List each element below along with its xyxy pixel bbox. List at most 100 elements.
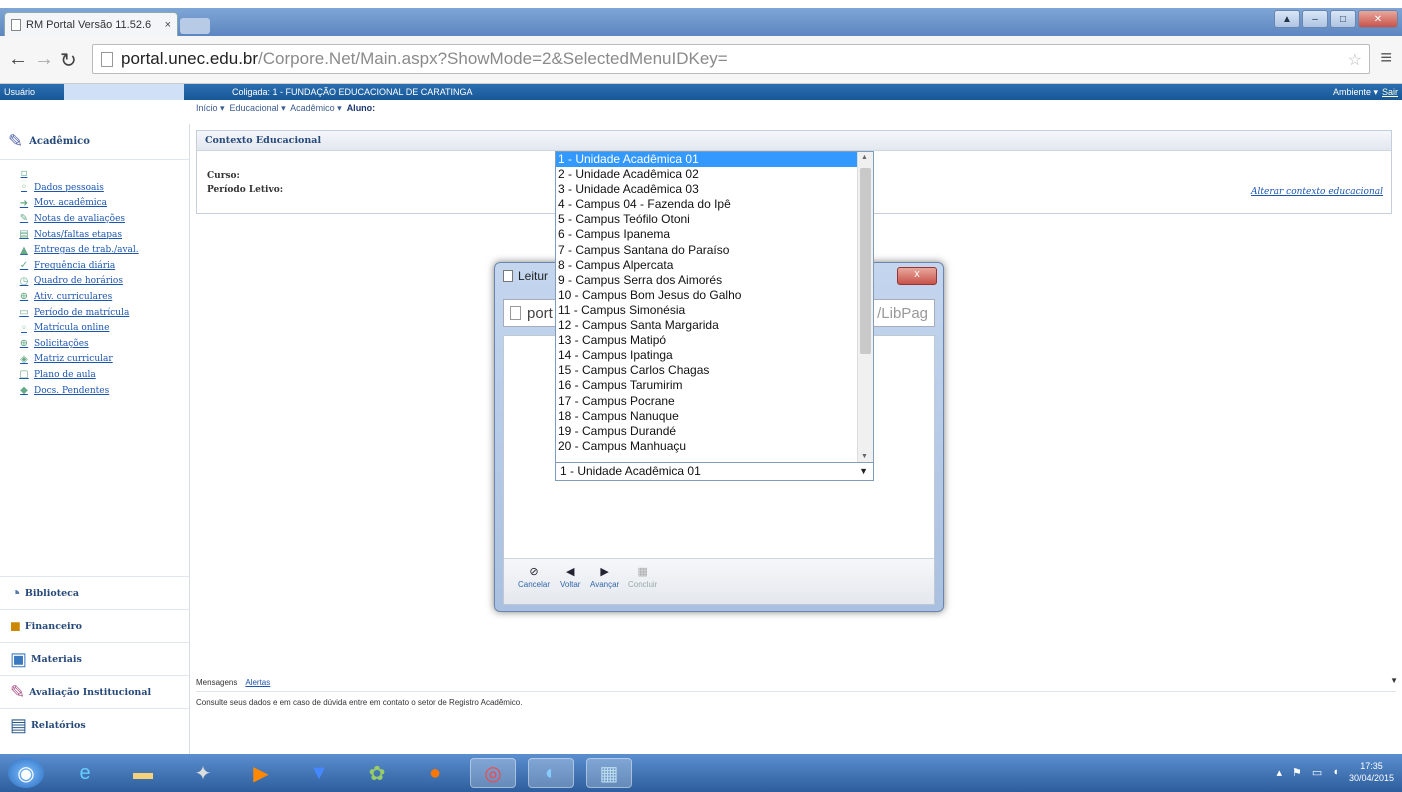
sidebar-item-docs-pendentes[interactable]: ◆ Docs. Pendentes	[6, 383, 139, 399]
dropdown-option[interactable]: 5 - Campus Teófilo Otoni	[556, 212, 858, 227]
tab-title: RM Portal Versão 11.52.6	[26, 18, 152, 31]
dropdown-option[interactable]: 19 - Campus Durandé	[556, 424, 858, 439]
dropdown-option[interactable]: 12 - Campus Santa Margarida	[556, 318, 858, 333]
dropdown-option[interactable]: 9 - Campus Serra dos Aimorés	[556, 273, 858, 288]
dropdown-option[interactable]: 16 - Campus Tarumirim	[556, 378, 858, 393]
sidebar-section-materiais[interactable]: ▣ Materiais	[0, 642, 190, 675]
grades-icon: ✎	[19, 213, 29, 225]
dropdown-option[interactable]: 1 - Unidade Acadêmica 01	[556, 152, 858, 168]
folder-icon: ▫	[20, 167, 28, 179]
dropdown-option[interactable]: 8 - Campus Alpercata	[556, 258, 858, 273]
dropdown-option[interactable]: 13 - Campus Matipó	[556, 333, 858, 348]
collapse-messages-icon[interactable]: ▼	[1390, 676, 1398, 685]
firefox-icon[interactable]: ●	[412, 758, 458, 788]
sidebar-item-label: Notas de avaliações	[34, 213, 126, 224]
dropdown-option[interactable]: 14 - Campus Ipatinga	[556, 348, 858, 363]
tab-alertas[interactable]: Alertas	[245, 678, 270, 687]
chrome-menu-icon[interactable]: ≡	[1380, 47, 1392, 70]
sidebar-item-dados-pessoais[interactable]: ◦ Dados pessoais	[6, 180, 139, 196]
dropdown-option[interactable]: 11 - Campus Simonésia	[556, 303, 858, 318]
dropdown-option[interactable]: 6 - Campus Ipanema	[556, 227, 858, 242]
minimize-icon[interactable]: –	[1302, 10, 1328, 28]
sidebar-item-periodo-matricula[interactable]: ▭ Período de matrícula	[6, 305, 139, 321]
dropdown-scrollbar[interactable]: ▲ ▼	[857, 152, 873, 462]
address-bar[interactable]: portal.unec.edu.br/Corpore.Net/Main.aspx…	[92, 44, 1370, 74]
scrollbar-thumb[interactable]	[860, 168, 871, 354]
window-controls: ▲ – □ ✕	[1274, 10, 1398, 28]
sidebar-item-notas-avaliacoes[interactable]: ✎ Notas de avaliações	[6, 211, 139, 227]
chrome-icon[interactable]: ◎	[470, 758, 516, 788]
sidebar-item-entregas[interactable]: ▲ Entregas de trab./aval.	[6, 242, 139, 258]
sidebar-section-avaliacao[interactable]: ✎ Avaliação Institucional	[0, 675, 190, 708]
logout-link[interactable]: Sair	[1382, 87, 1398, 97]
page-info-icon[interactable]	[101, 51, 113, 67]
dialog-titlebar: Leitur	[503, 269, 548, 283]
app-icon[interactable]: ✦	[180, 758, 226, 788]
volume-icon[interactable]: ◖	[1332, 766, 1339, 778]
flag-icon[interactable]: ⚑	[1292, 766, 1302, 779]
sidebar-item-mov-academica[interactable]: ➜ Mov. acadêmica	[6, 196, 139, 212]
tray-expand-icon[interactable]: ▴	[1276, 766, 1282, 779]
button-label: Cancelar	[518, 580, 551, 589]
sidebar-title: Acadêmico	[29, 136, 90, 147]
unidade-dropdown-list[interactable]: 1 - Unidade Acadêmica 01 2 - Unidade Aca…	[555, 151, 874, 463]
breadcrumb-inicio[interactable]: Início ▾	[196, 103, 225, 113]
dropdown-option[interactable]: 10 - Campus Bom Jesus do Galho	[556, 288, 858, 303]
dropdown-option[interactable]: 7 - Campus Santana do Paraíso	[556, 243, 858, 258]
sidebar-item-matricula-online[interactable]: ◦ Matrícula online	[6, 320, 139, 336]
dropdown-option[interactable]: 15 - Campus Carlos Chagas	[556, 363, 858, 378]
sidebar-academico-header[interactable]: ✎ Acadêmico	[0, 124, 190, 160]
clock[interactable]: 17:35 30/04/2015	[1349, 760, 1394, 784]
window-icon[interactable]: ▦	[586, 758, 632, 788]
dialog-close-button[interactable]: x	[897, 267, 937, 285]
ambiente-menu[interactable]: Ambiente ▾	[1333, 87, 1378, 98]
sidebar-item-frequencia[interactable]: ✓ Frequência diária	[6, 258, 139, 274]
dropdown-option[interactable]: 3 - Unidade Acadêmica 03	[556, 182, 858, 197]
academic-icon: ✎	[8, 131, 24, 151]
url-host: portal.unec.edu.br	[121, 49, 259, 68]
new-tab-button[interactable]	[180, 18, 210, 34]
alterar-contexto-link[interactable]: Alterar contexto educacional	[1251, 187, 1383, 197]
close-icon[interactable]: ✕	[1358, 10, 1398, 28]
breadcrumb-educacional[interactable]: Educacional ▾	[230, 103, 286, 113]
sidebar-section-relatorios[interactable]: ▤ Relatórios	[0, 708, 190, 741]
sidebar-section-financeiro[interactable]: ■ Financeiro	[0, 609, 190, 642]
forward-icon[interactable]: →	[34, 48, 54, 71]
dropdown-option[interactable]: 20 - Campus Manhuaçu	[556, 439, 858, 454]
sidebar-item-matriz-curricular[interactable]: ◈ Matriz curricular	[6, 352, 139, 368]
sidebar-item-ativ-curriculares[interactable]: ⊕ Ativ. curriculares	[6, 289, 139, 305]
sidebar-item-quadro-horarios[interactable]: ◷ Quadro de horários	[6, 274, 139, 290]
media-icon[interactable]: ▶	[238, 758, 284, 788]
browser-tab[interactable]: RM Portal Versão 11.52.6 ×	[4, 12, 178, 36]
paint-icon[interactable]: ✿	[354, 758, 400, 788]
tools-icon[interactable]: ▼	[296, 758, 342, 788]
back-icon[interactable]: ←	[8, 48, 28, 71]
reload-icon[interactable]: ↻	[60, 48, 77, 73]
voltar-button[interactable]: ◀ Voltar	[560, 565, 580, 589]
maximize-icon[interactable]: □	[1330, 10, 1356, 28]
scroll-up-icon[interactable]: ▲	[861, 154, 868, 161]
cancelar-button[interactable]: ⊘ Cancelar	[518, 565, 550, 589]
tab-mensagens[interactable]: Mensagens	[196, 678, 237, 687]
sidebar-item-solicitacoes[interactable]: ⊕ Solicitações	[6, 336, 139, 352]
tab-close-icon[interactable]: ×	[165, 19, 171, 31]
sidebar-item-plano-aula[interactable]: ▢ Plano de aula	[6, 367, 139, 383]
explorer-icon[interactable]: ▬	[120, 758, 166, 788]
bookmark-star-icon[interactable]: ☆	[1348, 50, 1362, 70]
breadcrumb-academico[interactable]: Acadêmico ▾	[290, 103, 342, 113]
dropdown-option[interactable]: 2 - Unidade Acadêmica 02	[556, 167, 858, 182]
ie-icon[interactable]: e	[62, 758, 108, 788]
concluir-button[interactable]: ▦ Concluir	[628, 565, 657, 589]
sidebar-section-biblioteca[interactable]: ◔ Biblioteca	[0, 576, 190, 609]
dropdown-option[interactable]: 18 - Campus Nanuque	[556, 409, 858, 424]
scroll-down-icon[interactable]: ▼	[861, 453, 868, 460]
network-icon[interactable]: ▭	[1312, 766, 1322, 779]
app-icon-2[interactable]: ◐	[528, 758, 574, 788]
user-icon[interactable]: ▲	[1274, 10, 1300, 28]
dropdown-option[interactable]: 17 - Campus Pocrane	[556, 394, 858, 409]
unidade-select[interactable]: 1 - Unidade Acadêmica 01 ▼	[555, 462, 874, 481]
dropdown-option[interactable]: 4 - Campus 04 - Fazenda do Ipê	[556, 197, 858, 212]
start-button[interactable]: ◉	[8, 758, 44, 788]
sidebar-item-notas-faltas[interactable]: ▤ Notas/faltas etapas	[6, 227, 139, 243]
avancar-button[interactable]: ▶ Avançar	[590, 565, 619, 589]
